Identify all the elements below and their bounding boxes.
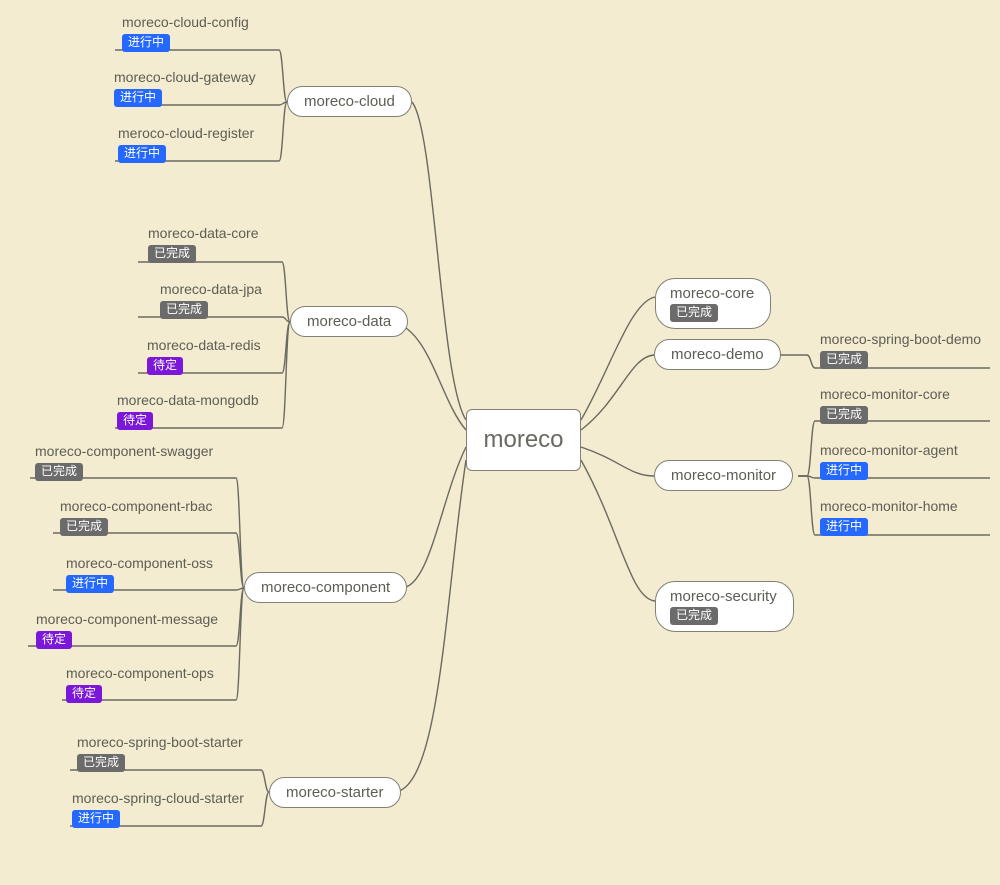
leaf-label: moreco-cloud-config bbox=[122, 14, 249, 30]
branch-cloud[interactable]: moreco-cloud bbox=[287, 86, 412, 117]
status-tag-pending: 待定 bbox=[147, 357, 183, 375]
status-tag-done: 已完成 bbox=[148, 245, 196, 263]
status-tag-done: 已完成 bbox=[77, 754, 125, 772]
leaf-label: moreco-spring-boot-starter bbox=[77, 734, 243, 750]
leaf-data-jpa[interactable]: moreco-data-jpa 已完成 bbox=[160, 281, 262, 319]
status-tag-done: 已完成 bbox=[820, 406, 868, 424]
root-label: moreco bbox=[483, 426, 563, 454]
leaf-starter-boot[interactable]: moreco-spring-boot-starter 已完成 bbox=[77, 734, 243, 772]
leaf-monitor-agent[interactable]: moreco-monitor-agent 进行中 bbox=[820, 442, 958, 480]
branch-label: moreco-cloud bbox=[304, 93, 395, 110]
status-tag-progress: 进行中 bbox=[72, 810, 120, 828]
branch-security[interactable]: moreco-security 已完成 bbox=[655, 581, 794, 632]
status-tag-pending: 待定 bbox=[36, 631, 72, 649]
status-tag-progress: 进行中 bbox=[820, 462, 868, 480]
branch-label: moreco-security bbox=[670, 588, 777, 605]
leaf-label: moreco-cloud-gateway bbox=[114, 69, 256, 85]
status-tag-progress: 进行中 bbox=[122, 34, 170, 52]
leaf-data-redis[interactable]: moreco-data-redis 待定 bbox=[147, 337, 261, 375]
status-tag-done: 已完成 bbox=[60, 518, 108, 536]
leaf-monitor-home[interactable]: moreco-monitor-home 进行中 bbox=[820, 498, 958, 536]
branch-demo[interactable]: moreco-demo bbox=[654, 339, 781, 370]
leaf-component-oss[interactable]: moreco-component-oss 进行中 bbox=[66, 555, 213, 593]
leaf-data-mongodb[interactable]: moreco-data-mongodb 待定 bbox=[117, 392, 259, 430]
leaf-monitor-core[interactable]: moreco-monitor-core 已完成 bbox=[820, 386, 950, 424]
leaf-label: moreco-spring-boot-demo bbox=[820, 331, 981, 347]
leaf-label: moreco-data-core bbox=[148, 225, 259, 241]
leaf-label: meroco-cloud-register bbox=[118, 125, 254, 141]
leaf-label: moreco-component-oss bbox=[66, 555, 213, 571]
status-tag-done: 已完成 bbox=[670, 607, 718, 625]
leaf-cloud-gateway[interactable]: moreco-cloud-gateway 进行中 bbox=[114, 69, 256, 107]
status-tag-pending: 待定 bbox=[117, 412, 153, 430]
branch-data[interactable]: moreco-data bbox=[290, 306, 408, 337]
leaf-label: moreco-monitor-core bbox=[820, 386, 950, 402]
leaf-component-message[interactable]: moreco-component-message 待定 bbox=[36, 611, 218, 649]
status-tag-done: 已完成 bbox=[820, 351, 868, 369]
leaf-label: moreco-data-mongodb bbox=[117, 392, 259, 408]
leaf-cloud-config[interactable]: moreco-cloud-config 进行中 bbox=[122, 14, 249, 52]
status-tag-progress: 进行中 bbox=[114, 89, 162, 107]
status-tag-done: 已完成 bbox=[35, 463, 83, 481]
branch-label: moreco-demo bbox=[671, 346, 764, 363]
leaf-label: moreco-data-jpa bbox=[160, 281, 262, 297]
leaf-demo-boot[interactable]: moreco-spring-boot-demo 已完成 bbox=[820, 331, 981, 369]
leaf-data-core[interactable]: moreco-data-core 已完成 bbox=[148, 225, 259, 263]
leaf-label: moreco-component-message bbox=[36, 611, 218, 627]
leaf-label: moreco-data-redis bbox=[147, 337, 261, 353]
leaf-component-ops[interactable]: moreco-component-ops 待定 bbox=[66, 665, 214, 703]
leaf-label: moreco-spring-cloud-starter bbox=[72, 790, 244, 806]
status-tag-done: 已完成 bbox=[670, 304, 718, 322]
branch-label: moreco-core bbox=[670, 285, 754, 302]
branch-label: moreco-starter bbox=[286, 784, 384, 801]
leaf-label: moreco-monitor-home bbox=[820, 498, 958, 514]
branch-label: moreco-data bbox=[307, 313, 391, 330]
root-node[interactable]: moreco bbox=[466, 409, 581, 471]
leaf-label: moreco-component-swagger bbox=[35, 443, 213, 459]
leaf-component-rbac[interactable]: moreco-component-rbac 已完成 bbox=[60, 498, 213, 536]
leaf-cloud-register[interactable]: meroco-cloud-register 进行中 bbox=[118, 125, 254, 163]
branch-monitor[interactable]: moreco-monitor bbox=[654, 460, 793, 491]
leaf-label: moreco-component-rbac bbox=[60, 498, 213, 514]
status-tag-progress: 进行中 bbox=[118, 145, 166, 163]
branch-label: moreco-component bbox=[261, 579, 390, 596]
leaf-starter-cloud[interactable]: moreco-spring-cloud-starter 进行中 bbox=[72, 790, 244, 828]
leaf-label: moreco-component-ops bbox=[66, 665, 214, 681]
branch-core[interactable]: moreco-core 已完成 bbox=[655, 278, 771, 329]
leaf-label: moreco-monitor-agent bbox=[820, 442, 958, 458]
branch-component[interactable]: moreco-component bbox=[244, 572, 407, 603]
status-tag-pending: 待定 bbox=[66, 685, 102, 703]
status-tag-progress: 进行中 bbox=[66, 575, 114, 593]
status-tag-progress: 进行中 bbox=[820, 518, 868, 536]
branch-label: moreco-monitor bbox=[671, 467, 776, 484]
status-tag-done: 已完成 bbox=[160, 301, 208, 319]
leaf-component-swagger[interactable]: moreco-component-swagger 已完成 bbox=[35, 443, 213, 481]
branch-starter[interactable]: moreco-starter bbox=[269, 777, 401, 808]
